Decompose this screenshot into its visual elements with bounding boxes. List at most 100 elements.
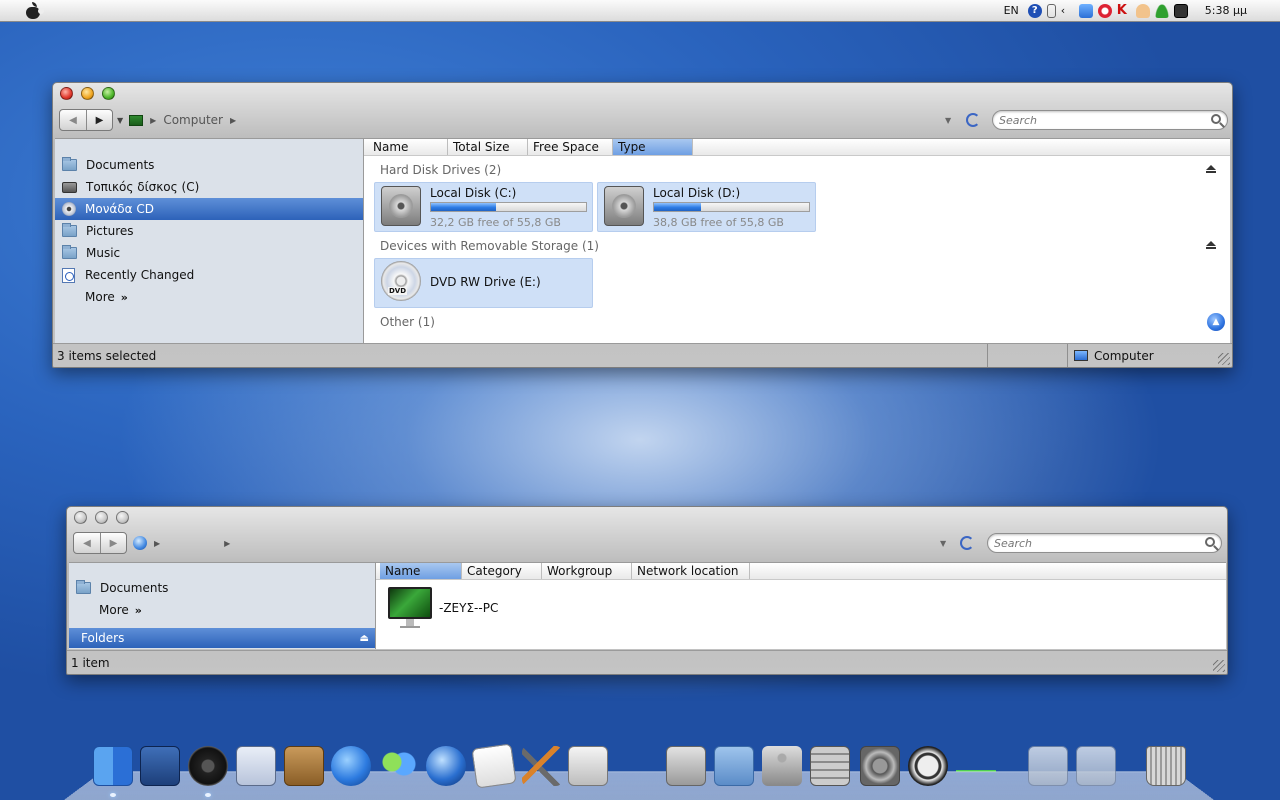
stack-icon[interactable]: [1028, 746, 1068, 786]
search-input[interactable]: [993, 111, 1227, 129]
collapse-group-icon[interactable]: [1206, 165, 1217, 174]
zoom-icon[interactable]: [116, 511, 129, 524]
column-headers: Name Total Size Free Space Type: [364, 139, 1230, 156]
back-button[interactable]: ◀: [60, 110, 86, 130]
shield-icon[interactable]: [1097, 3, 1112, 18]
sidebar-item-documents[interactable]: Documents: [55, 154, 363, 176]
apple-menu-icon[interactable]: [25, 1, 44, 20]
compass-icon[interactable]: [762, 746, 802, 786]
expand-group-icon[interactable]: ▲: [1207, 313, 1225, 331]
sidebar-item-cd-drive[interactable]: Μονάδα CD: [55, 198, 363, 220]
stack-icon[interactable]: [1076, 746, 1116, 786]
mail-icon[interactable]: [236, 746, 276, 786]
forward-button[interactable]: ▶: [100, 533, 126, 553]
column-category[interactable]: Category: [462, 563, 542, 579]
sidebar-item-music[interactable]: Music: [55, 242, 363, 264]
close-icon[interactable]: [60, 87, 73, 100]
sidebar-item-label: Documents: [100, 581, 169, 595]
history-dropdown-icon[interactable]: ▼: [117, 116, 123, 125]
finder-icon[interactable]: [93, 746, 133, 786]
folder-icon: [76, 580, 91, 594]
group-header-other[interactable]: Other (1): [380, 315, 435, 329]
column-workgroup[interactable]: Workgroup: [542, 563, 632, 579]
camera-icon[interactable]: [1173, 3, 1188, 18]
dashboard-icon[interactable]: [140, 746, 180, 786]
folder-icon: [62, 245, 77, 259]
refresh-icon[interactable]: [960, 536, 974, 550]
chevron-right-icon[interactable]: ▶: [154, 539, 160, 548]
drive-tile-d[interactable]: Local Disk (D:) 38,8 GB free of 55,8 GB: [597, 182, 816, 232]
group-header-hard-disks[interactable]: Hard Disk Drives (2): [380, 163, 501, 177]
back-button[interactable]: ◀: [74, 533, 100, 553]
sidebar-more-button[interactable]: More »: [69, 599, 375, 621]
hand-icon[interactable]: [1135, 3, 1150, 18]
search-field[interactable]: [987, 533, 1222, 553]
column-type[interactable]: Type: [613, 139, 693, 155]
computer-window: ◀ ▶ ▼ ▶ Computer ▶ ▼ Documents Τοπικός δ…: [52, 82, 1233, 368]
gauge-icon[interactable]: [188, 746, 228, 786]
breadcrumb-computer[interactable]: Computer: [163, 113, 223, 127]
refresh-icon[interactable]: [966, 113, 980, 127]
trash-icon[interactable]: [1146, 746, 1186, 786]
system-preferences-icon[interactable]: [860, 746, 900, 786]
search-input[interactable]: [988, 534, 1221, 552]
sidebar-item-recently-changed[interactable]: Recently Changed: [55, 264, 363, 286]
sidebar-item-pictures[interactable]: Pictures: [55, 220, 363, 242]
collapse-folders-icon[interactable]: ⏏: [360, 633, 369, 644]
chevron-right-icon[interactable]: ▶: [224, 539, 230, 548]
drive-tile-c[interactable]: Local Disk (C:) 32,2 GB free of 55,8 GB: [374, 182, 593, 232]
more-label: More: [85, 290, 115, 304]
collapse-group-icon[interactable]: [1206, 241, 1217, 250]
messenger-icon[interactable]: [378, 746, 418, 786]
column-total-size[interactable]: Total Size: [448, 139, 528, 155]
zoom-icon[interactable]: [102, 87, 115, 100]
resize-grip-icon[interactable]: [1213, 660, 1225, 672]
column-network-location[interactable]: Network location: [632, 563, 750, 579]
arrows-icon[interactable]: [1046, 3, 1056, 18]
minimize-icon[interactable]: [95, 511, 108, 524]
address-dropdown-icon[interactable]: ▼: [940, 539, 946, 548]
forward-button[interactable]: ▶: [86, 110, 112, 130]
browser-icon[interactable]: [426, 746, 466, 786]
column-name[interactable]: Name: [380, 563, 462, 579]
address-dropdown-icon[interactable]: ▼: [945, 116, 951, 125]
museum-icon[interactable]: [568, 746, 608, 786]
chevron-right-icon[interactable]: ▶: [150, 116, 156, 125]
applications-folder-icon[interactable]: [714, 746, 754, 786]
media-player-icon[interactable]: [331, 746, 371, 786]
sidebar-item-documents[interactable]: Documents: [69, 577, 375, 599]
search-icon[interactable]: [1211, 114, 1221, 124]
column-headers: Name Category Workgroup Network location: [376, 563, 1226, 580]
sidebar-more-button[interactable]: More »: [55, 286, 363, 308]
tools-icon[interactable]: [522, 746, 562, 786]
calculator-icon[interactable]: [810, 746, 850, 786]
help-icon[interactable]: ?: [1027, 3, 1042, 18]
group-header-removable[interactable]: Devices with Removable Storage (1): [380, 239, 599, 253]
folders-toggle[interactable]: Folders ⏏: [69, 628, 375, 648]
back-icon[interactable]: ‹: [1061, 4, 1068, 18]
activity-graph-icon[interactable]: [956, 746, 996, 786]
user-icon[interactable]: [1154, 3, 1169, 18]
power-icon[interactable]: [908, 746, 948, 786]
document-icon[interactable]: [471, 743, 517, 789]
scissors-icon[interactable]: [666, 746, 706, 786]
computer-item[interactable]: -ΖΕΥΣ--PC: [388, 587, 498, 629]
search-field[interactable]: [992, 110, 1228, 130]
clock[interactable]: 5:38 μμ: [1205, 4, 1247, 17]
sidebar-item-local-disk-c[interactable]: Τοπικός δίσκος (C): [55, 176, 363, 198]
column-free-space[interactable]: Free Space: [528, 139, 613, 155]
minimize-icon[interactable]: [81, 87, 94, 100]
close-icon[interactable]: [74, 511, 87, 524]
search-icon[interactable]: [1205, 537, 1215, 547]
navigation-bar: ◀ ▶ ▼ ▶ Computer ▶: [59, 109, 243, 131]
network-icon[interactable]: [1078, 3, 1093, 18]
address-book-icon[interactable]: [284, 746, 324, 786]
drive-tile-dvd[interactable]: DVD DVD RW Drive (E:): [374, 258, 593, 308]
resize-grip-icon[interactable]: [1218, 353, 1230, 365]
language-indicator[interactable]: EN: [1004, 4, 1019, 17]
kaspersky-icon[interactable]: K: [1117, 3, 1131, 18]
column-name[interactable]: Name: [368, 139, 448, 155]
chevron-right-icon[interactable]: ▶: [230, 116, 236, 125]
sidebar-item-label: Music: [86, 246, 121, 260]
drive-usage-fill: [431, 203, 497, 211]
